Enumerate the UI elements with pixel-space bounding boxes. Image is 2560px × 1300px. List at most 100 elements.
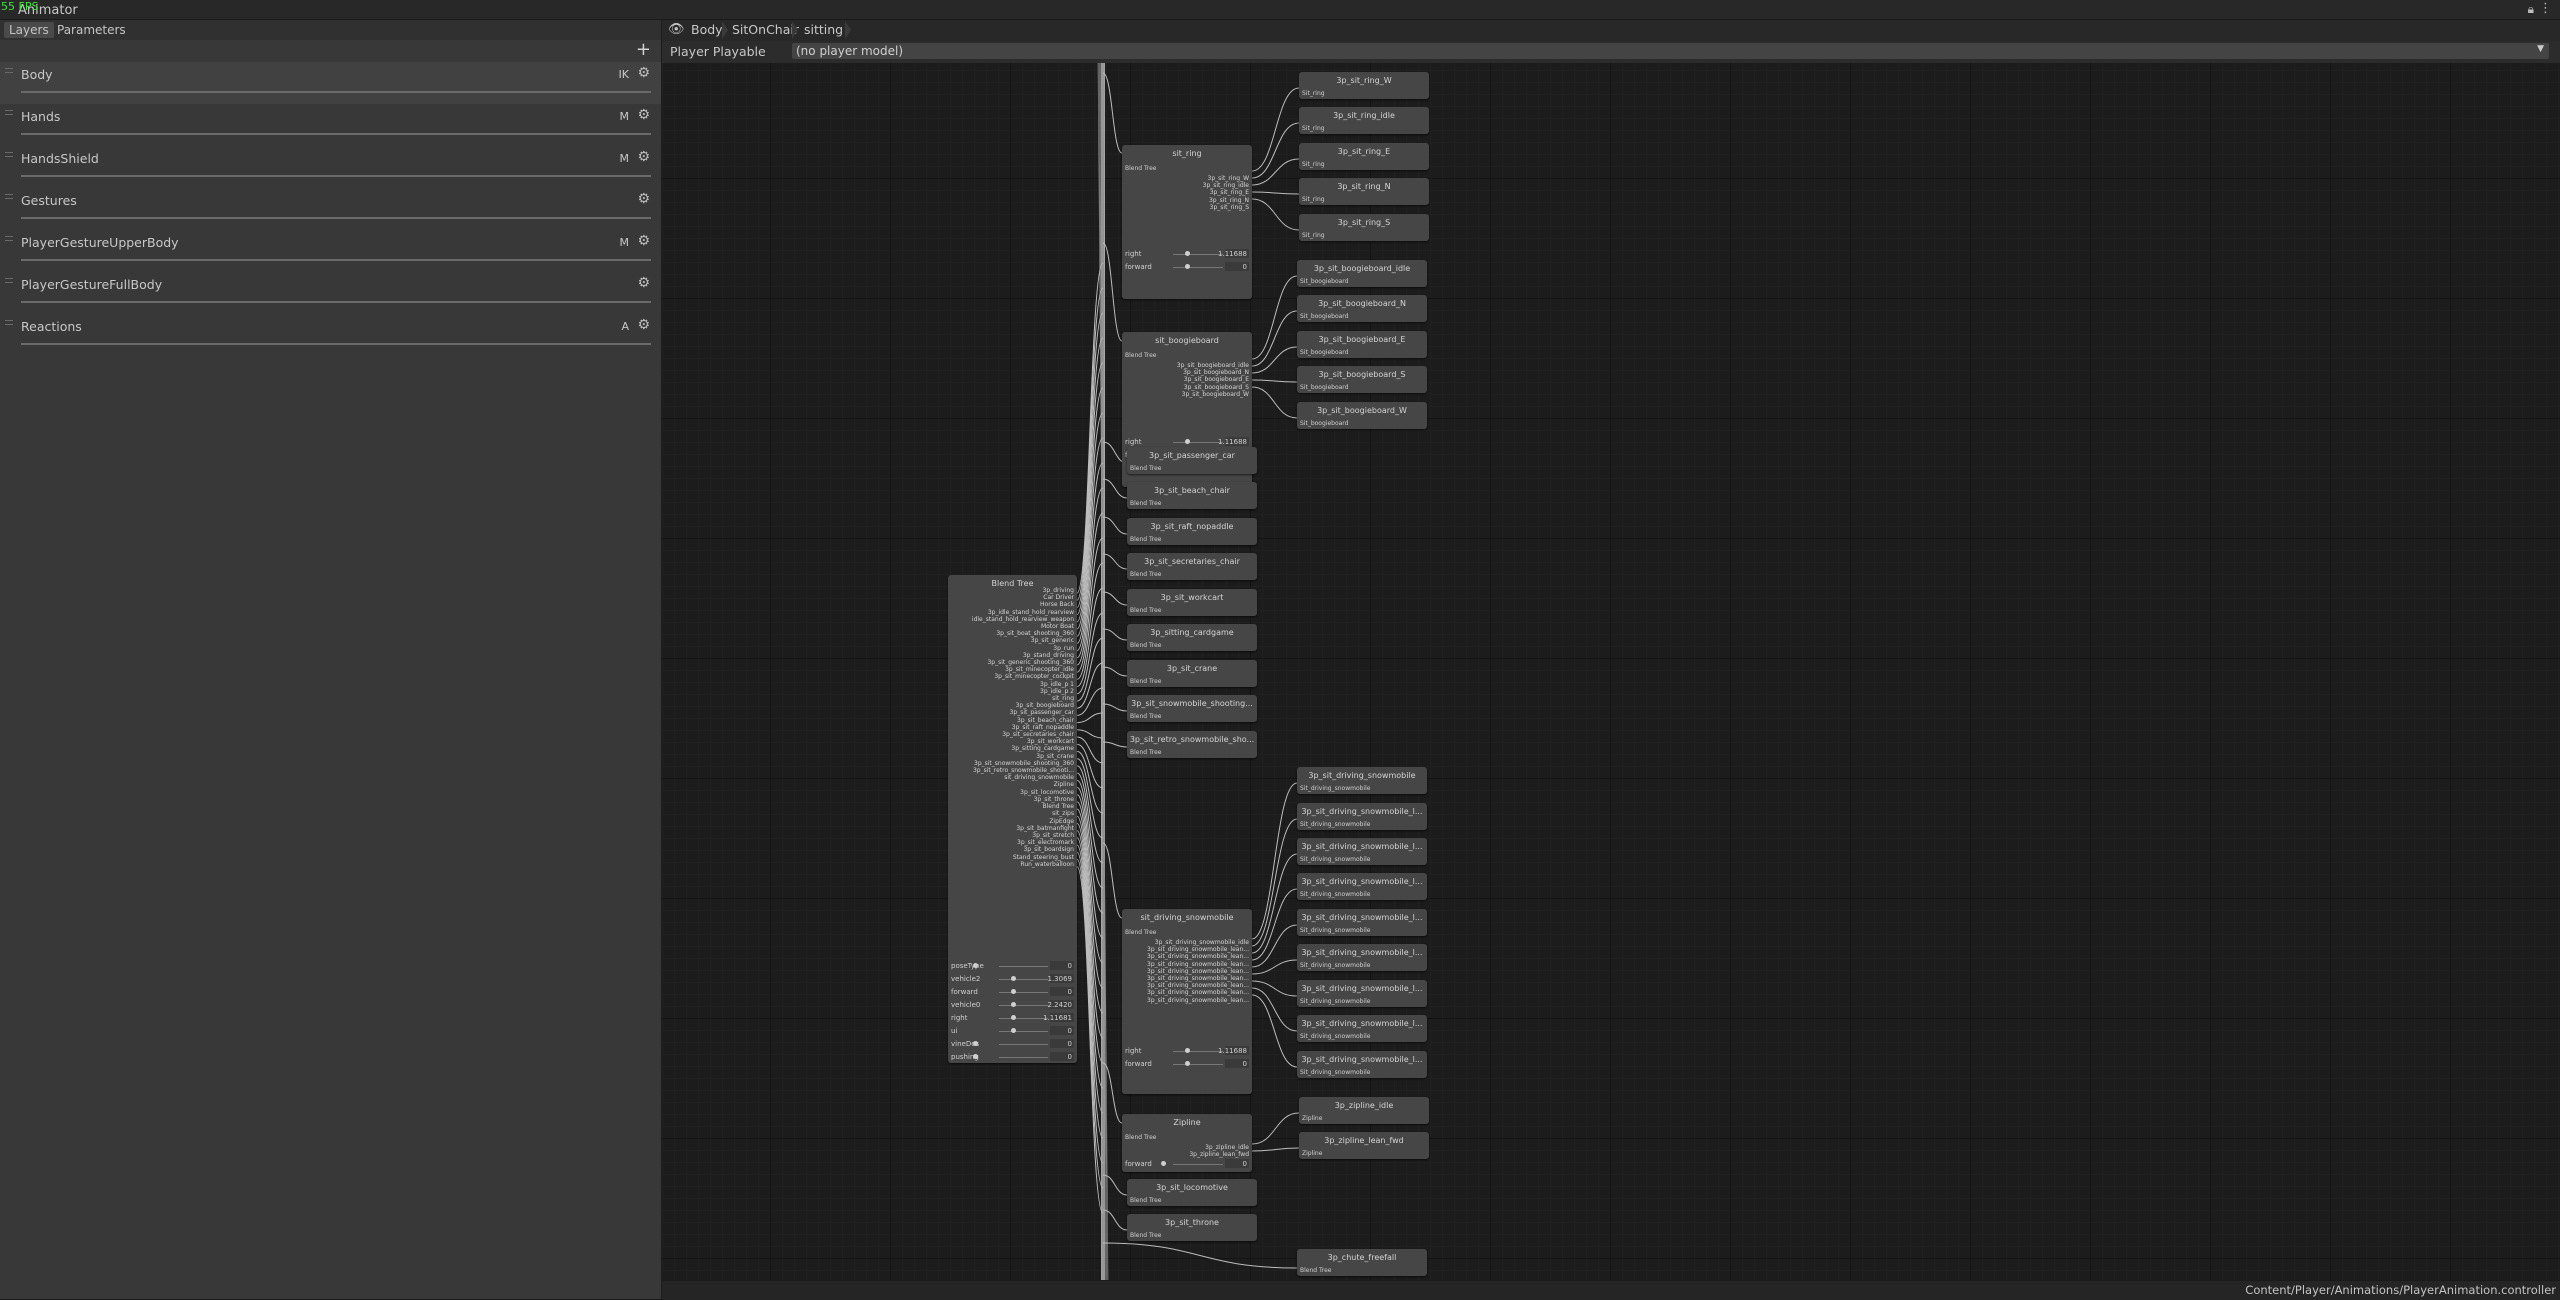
drag-handle-icon[interactable]	[5, 194, 13, 199]
blend-tree-node-sit-driving-snowmobile[interactable]: sit_driving_snowmobile Blend Tree 3p_sit_d…	[1122, 909, 1252, 1094]
drag-handle-icon[interactable]	[5, 320, 13, 325]
animation-clip-node[interactable]: 3p_zipline_lean_fwd Zipline	[1299, 1132, 1429, 1159]
slider-track[interactable]	[999, 1044, 1048, 1045]
animation-clip-node[interactable]: 3p_sit_ring_idle Sit_ring	[1299, 107, 1429, 134]
slider-knob[interactable]	[1011, 989, 1016, 994]
layer-row[interactable]: PlayerGestureFullBody ⚙	[0, 272, 661, 314]
parameter-slider[interactable]: forward 0	[1125, 1059, 1249, 1069]
slider-knob[interactable]	[973, 1041, 978, 1046]
animation-clip-node[interactable]: 3p_sit_ring_W Sit_ring	[1299, 72, 1429, 99]
layer-row[interactable]: HandsShield M ⚙	[0, 146, 661, 188]
sub-blend-tree-node[interactable]: 3p_sit_beach_chair Blend Tree	[1127, 482, 1257, 509]
drag-handle-icon[interactable]	[5, 110, 13, 115]
parameter-slider[interactable]: ui 0	[951, 1026, 1074, 1036]
slider-track[interactable]	[1173, 267, 1223, 268]
breadcrumb-body[interactable]: Body	[669, 22, 723, 38]
animation-clip-node[interactable]: 3p_sit_driving_snowmobile_l... Sit_drivin…	[1297, 873, 1427, 900]
blend-tree-root-node[interactable]: Blend Tree 3p_driving Car Driver Horse Back…	[948, 575, 1077, 1063]
sub-blend-tree-node[interactable]: 3p_sit_passenger_car Blend Tree	[1127, 447, 1257, 474]
slider-track[interactable]	[999, 1031, 1048, 1032]
gear-icon[interactable]: ⚙	[637, 191, 650, 207]
slider-knob[interactable]	[973, 963, 978, 968]
drag-handle-icon[interactable]	[5, 152, 13, 157]
slider-knob[interactable]	[1011, 1015, 1016, 1020]
sub-blend-tree-node[interactable]: 3p_sit_raft_nopaddle Blend Tree	[1127, 518, 1257, 545]
blend-tree-graph[interactable]: Blend Tree 3p_driving Car Driver Horse Back…	[662, 63, 2560, 1280]
layer-row[interactable]: Gestures ⚙	[0, 188, 661, 230]
parameter-slider[interactable]: forward 0	[1125, 262, 1249, 272]
slider-track[interactable]	[999, 992, 1048, 993]
breadcrumb-sitonchair[interactable]: SitOnChair	[718, 22, 799, 38]
parameter-slider[interactable]: right 1.11688	[1125, 1046, 1249, 1056]
slider-track[interactable]	[1173, 1051, 1223, 1052]
slider-track[interactable]	[1173, 1064, 1223, 1065]
slider-track[interactable]	[1173, 1164, 1223, 1165]
gear-icon[interactable]: ⚙	[637, 317, 650, 333]
slider-track[interactable]	[999, 979, 1048, 980]
slider-knob[interactable]	[973, 1054, 978, 1059]
slider-track[interactable]	[1173, 254, 1223, 255]
sub-blend-tree-node[interactable]: 3p_sit_snowmobile_shooting... Blend Tree	[1127, 695, 1257, 722]
gear-icon[interactable]: ⚙	[637, 107, 650, 123]
animation-clip-node[interactable]: 3p_sit_driving_snowmobile_l... Sit_drivin…	[1297, 909, 1427, 936]
drag-handle-icon[interactable]	[5, 236, 13, 241]
animation-clip-node[interactable]: 3p_sit_boogieboard_E Sit_boogieboard	[1297, 331, 1427, 358]
slider-knob[interactable]	[1185, 1061, 1190, 1066]
player-model-dropdown[interactable]: (no player model) ▼	[792, 43, 2549, 59]
breadcrumb-sitting[interactable]: sitting	[798, 22, 843, 38]
animation-clip-node[interactable]: 3p_sit_ring_S Sit_ring	[1299, 214, 1429, 241]
parameter-slider[interactable]: right 1.11681	[951, 1013, 1074, 1023]
parameter-slider[interactable]: forward 0	[1125, 1159, 1249, 1169]
sub-blend-tree-node[interactable]: 3p_sitting_cardgame Blend Tree	[1127, 624, 1257, 651]
slider-knob[interactable]	[1011, 1028, 1016, 1033]
sub-blend-tree-node[interactable]: 3p_sit_workcart Blend Tree	[1127, 589, 1257, 616]
slider-track[interactable]	[999, 1005, 1048, 1006]
drag-handle-icon[interactable]	[5, 68, 13, 73]
animation-clip-node[interactable]: 3p_sit_ring_E Sit_ring	[1299, 143, 1429, 170]
tab-parameters[interactable]: Parameters	[52, 22, 131, 38]
slider-knob[interactable]	[1185, 439, 1190, 444]
blend-tree-node-zipline[interactable]: Zipline Blend Tree 3p_zipline_idle 3p_zipli…	[1122, 1114, 1252, 1172]
animation-clip-node[interactable]: 3p_sit_ring_N Sit_ring	[1299, 178, 1429, 205]
sub-blend-tree-node[interactable]: 3p_sit_throne Blend Tree	[1127, 1214, 1257, 1241]
gear-icon[interactable]: ⚙	[637, 275, 650, 291]
animation-clip-node[interactable]: 3p_zipline_idle Zipline	[1299, 1097, 1429, 1124]
sub-blend-tree-node[interactable]: 3p_sit_crane Blend Tree	[1127, 660, 1257, 687]
animation-clip-node[interactable]: 3p_sit_boogieboard_idle Sit_boogieboard	[1297, 260, 1427, 287]
gear-icon[interactable]: ⚙	[637, 65, 650, 81]
parameter-slider[interactable]: vehicle2 1.3069	[951, 974, 1074, 984]
gear-icon[interactable]: ⚙	[637, 233, 650, 249]
sub-blend-tree-node[interactable]: 3p_chute_freefall Blend Tree	[1297, 1249, 1427, 1276]
kebab-menu-icon[interactable]: ⋮	[2539, 1, 2552, 16]
animation-clip-node[interactable]: 3p_sit_driving_snowmobile_l... Sit_drivin…	[1297, 944, 1427, 971]
animation-clip-node[interactable]: 3p_sit_driving_snowmobile_l... Sit_drivin…	[1297, 1051, 1427, 1078]
animation-clip-node[interactable]: 3p_sit_boogieboard_W Sit_boogieboard	[1297, 402, 1427, 429]
parameter-slider[interactable]: forward 0	[951, 987, 1074, 997]
animation-clip-node[interactable]: 3p_sit_driving_snowmobile_l... Sit_drivin…	[1297, 803, 1427, 830]
slider-knob[interactable]	[1011, 1002, 1016, 1007]
slider-knob[interactable]	[1185, 264, 1190, 269]
slider-knob[interactable]	[1161, 1161, 1166, 1166]
layer-row[interactable]: Reactions A ⚙	[0, 314, 661, 356]
gear-icon[interactable]: ⚙	[637, 149, 650, 165]
animation-clip-node[interactable]: 3p_sit_boogieboard_S Sit_boogieboard	[1297, 366, 1427, 393]
tab-layers[interactable]: Layers	[4, 22, 54, 38]
slider-knob[interactable]	[1185, 1048, 1190, 1053]
layer-row[interactable]: Body IK ⚙	[0, 62, 661, 104]
add-layer-button[interactable]: +	[636, 41, 651, 59]
layer-row[interactable]: Hands M ⚙	[0, 104, 661, 146]
parameter-slider[interactable]: right 1.11688	[1125, 437, 1249, 447]
slider-track[interactable]	[999, 966, 1048, 967]
parameter-slider[interactable]: vineDes 0	[951, 1039, 1074, 1049]
animation-clip-node[interactable]: 3p_sit_driving_snowmobile Sit_driving_sno…	[1297, 767, 1427, 794]
lock-icon[interactable]: 🔒︎	[2528, 2, 2534, 17]
slider-track[interactable]	[999, 1018, 1048, 1019]
animation-clip-node[interactable]: 3p_sit_boogieboard_N Sit_boogieboard	[1297, 295, 1427, 322]
parameter-slider[interactable]: pushing 0	[951, 1052, 1074, 1062]
slider-track[interactable]	[1173, 442, 1223, 443]
animation-clip-node[interactable]: 3p_sit_driving_snowmobile_l... Sit_drivin…	[1297, 980, 1427, 1007]
layer-row[interactable]: PlayerGestureUpperBody M ⚙	[0, 230, 661, 272]
parameter-slider[interactable]: right 1.11688	[1125, 249, 1249, 259]
drag-handle-icon[interactable]	[5, 278, 13, 283]
slider-knob[interactable]	[1185, 251, 1190, 256]
